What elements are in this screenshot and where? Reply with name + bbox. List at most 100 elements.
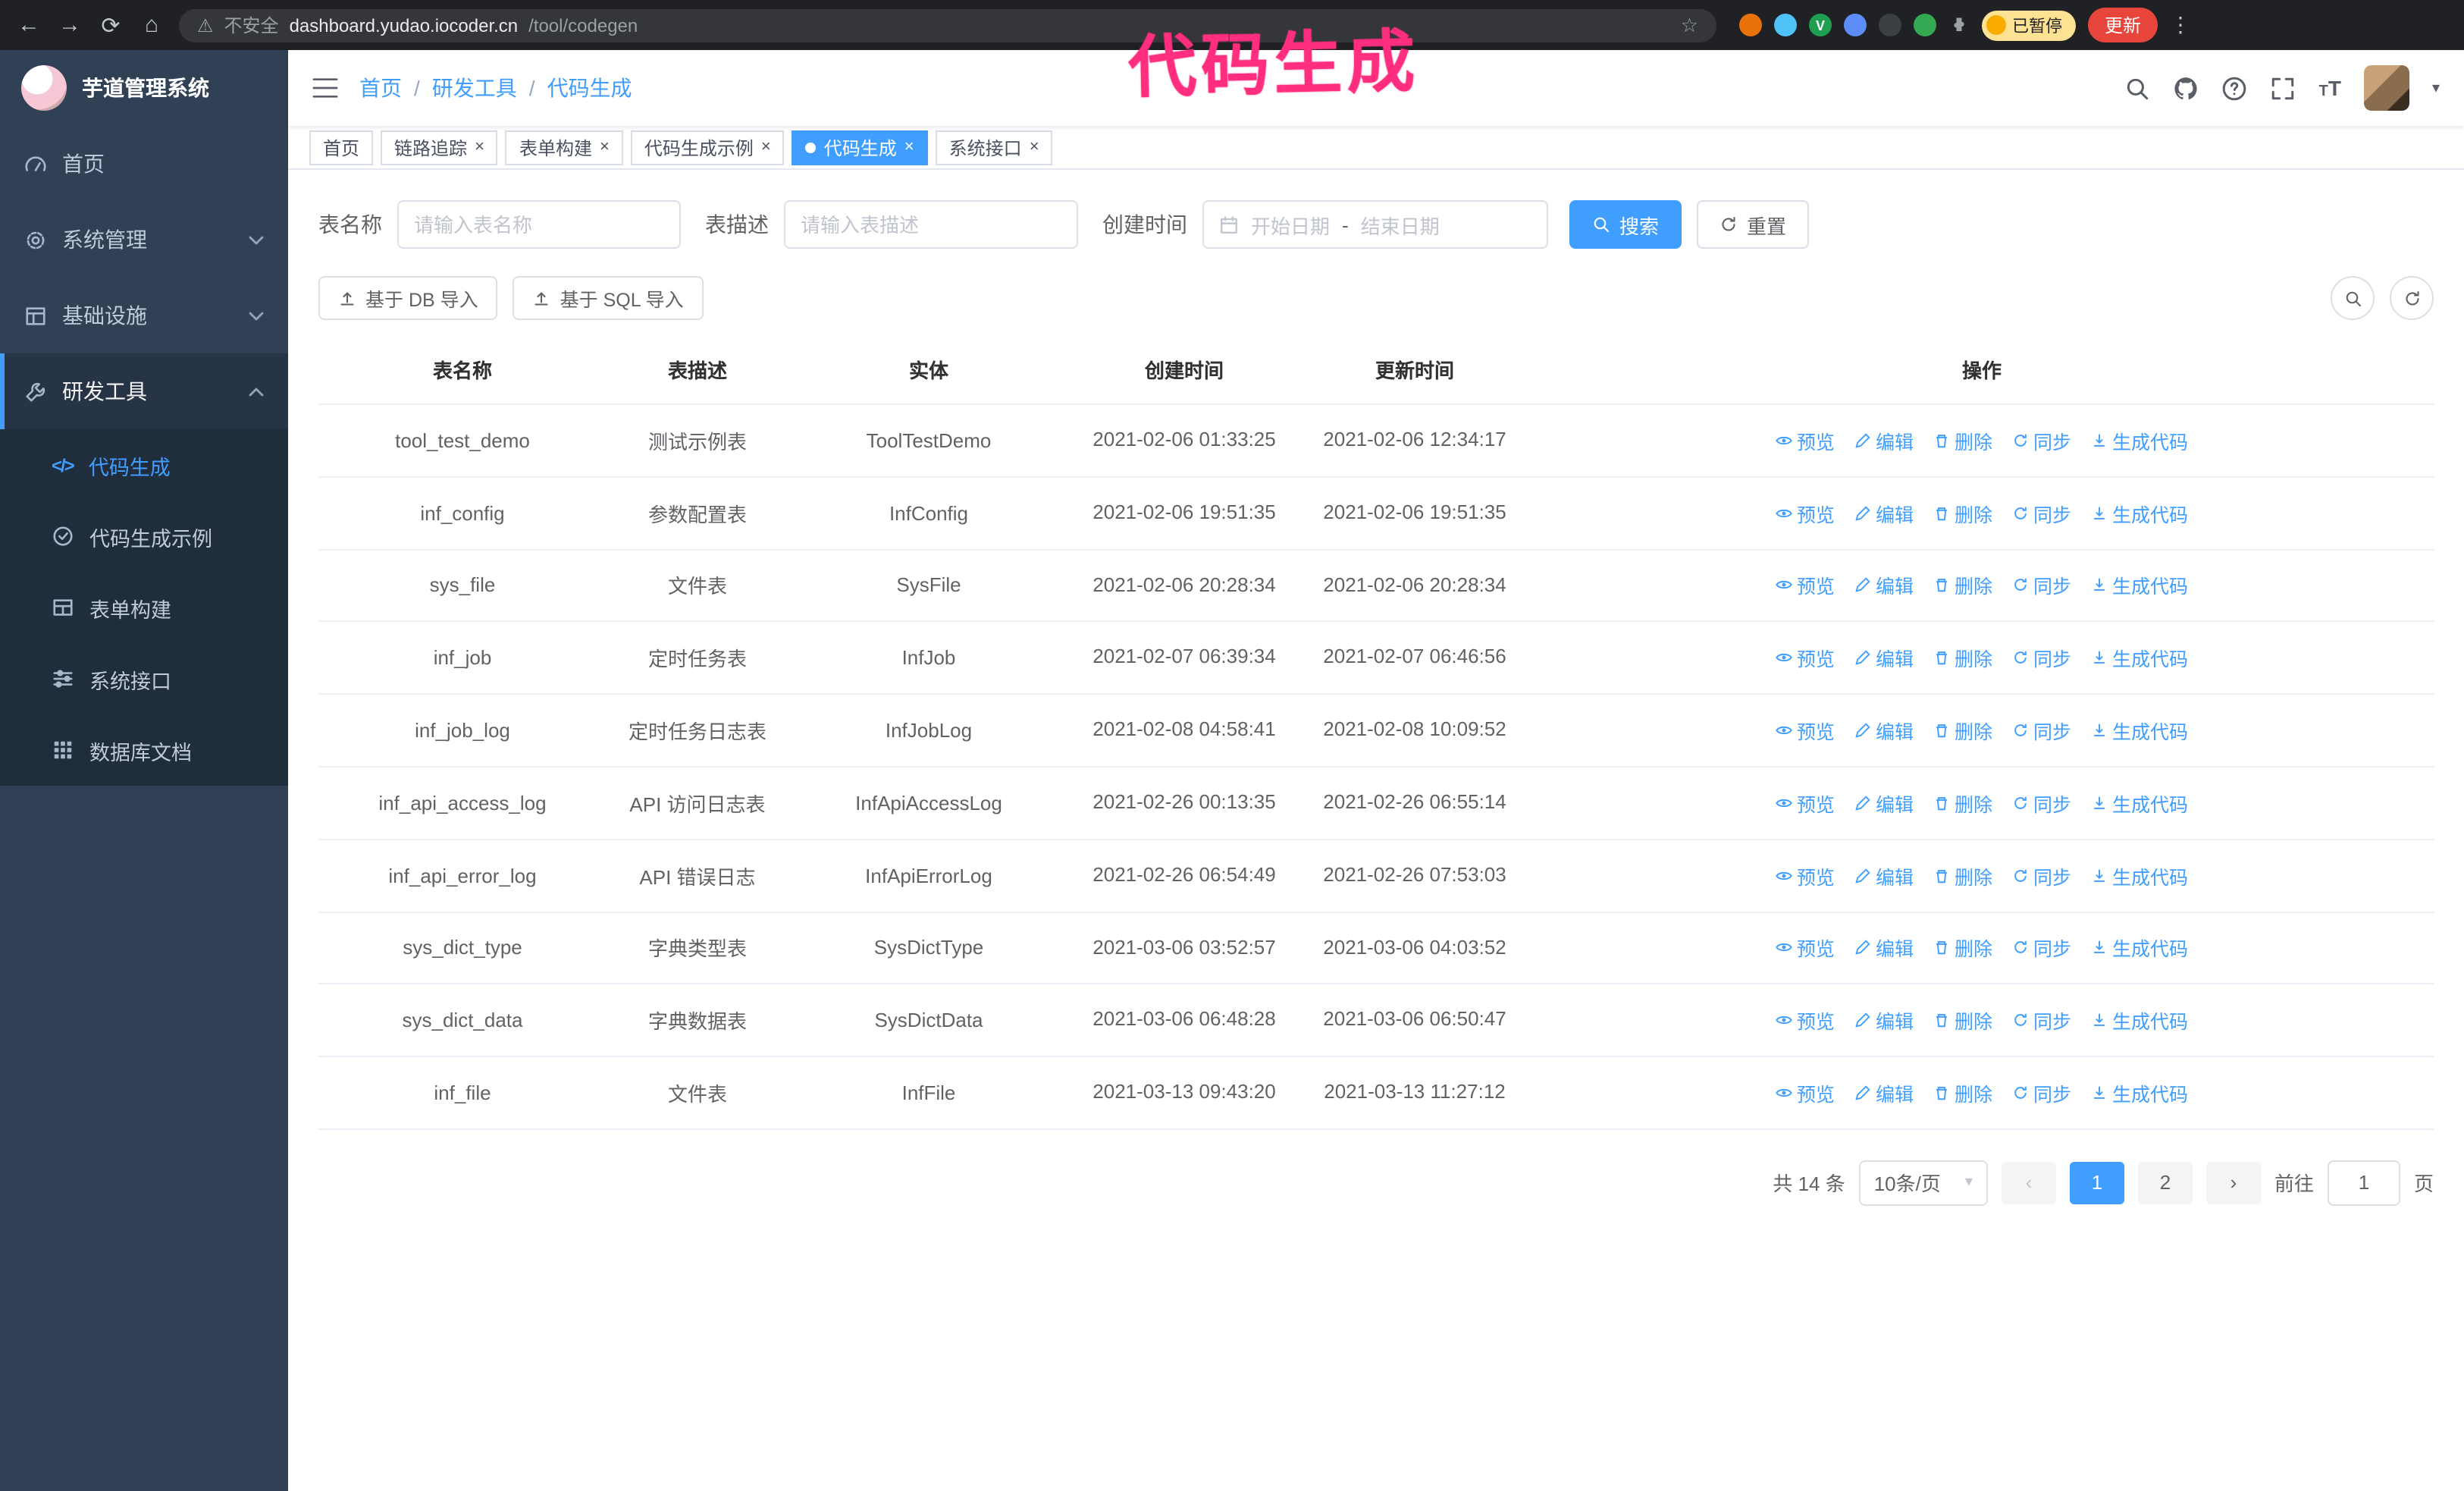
refresh-table-button[interactable] — [2390, 276, 2434, 320]
sync-link[interactable]: 同步 — [2012, 934, 2071, 962]
sidebar-item-form-builder[interactable]: 表单构建 — [0, 572, 288, 643]
breadcrumb-home[interactable]: 首页 — [359, 73, 402, 103]
bookmark-star-icon[interactable]: ☆ — [1681, 13, 1698, 37]
page-size-select[interactable]: 10条/页 ▾ — [1858, 1160, 1988, 1206]
home-icon[interactable]: ⌂ — [138, 12, 165, 38]
date-range-picker[interactable]: 开始日期 - 结束日期 — [1202, 200, 1548, 249]
generate-code-link[interactable]: 生成代码 — [2091, 861, 2188, 890]
extensions-puzzle-icon[interactable] — [1948, 14, 1970, 36]
generate-code-link[interactable]: 生成代码 — [2091, 571, 2188, 600]
app-logo[interactable]: 芋道管理系统 — [0, 50, 288, 126]
generate-code-link[interactable]: 生成代码 — [2091, 1006, 2188, 1035]
sidebar-item-codegen[interactable]: </> 代码生成 — [0, 429, 288, 501]
sidebar-item-infra[interactable]: 基础设施 — [0, 278, 288, 353]
edit-link[interactable]: 编辑 — [1854, 716, 1914, 745]
sync-link[interactable]: 同步 — [2012, 426, 2071, 455]
import-db-button[interactable]: 基于 DB 导入 — [318, 276, 498, 320]
sync-link[interactable]: 同步 — [2012, 571, 2071, 600]
preview-link[interactable]: 预览 — [1776, 498, 1835, 527]
search-button[interactable]: 搜索 — [1569, 200, 1682, 249]
hamburger-icon[interactable] — [312, 77, 338, 99]
breadcrumb-devtools[interactable]: 研发工具 — [432, 73, 517, 103]
help-icon[interactable] — [2222, 75, 2248, 101]
edit-link[interactable]: 编辑 — [1854, 1006, 1914, 1035]
search-icon[interactable] — [2125, 75, 2151, 101]
generate-code-link[interactable]: 生成代码 — [2091, 426, 2188, 455]
sidebar-item-home[interactable]: 首页 — [0, 126, 288, 202]
sync-link[interactable]: 同步 — [2012, 644, 2071, 673]
table-name-input[interactable] — [397, 200, 681, 249]
sync-link[interactable]: 同步 — [2012, 789, 2071, 818]
table-desc-input[interactable] — [784, 200, 1078, 249]
tab-close-icon[interactable]: × — [600, 138, 610, 155]
github-icon[interactable] — [2174, 75, 2199, 101]
user-caret-icon[interactable]: ▾ — [2432, 80, 2440, 96]
extension-icon[interactable]: V — [1809, 14, 1832, 36]
browser-menu-icon[interactable]: ⋮ — [2170, 12, 2191, 38]
delete-link[interactable]: 删除 — [1933, 716, 1992, 745]
preview-link[interactable]: 预览 — [1776, 571, 1835, 600]
font-size-icon[interactable]: TT — [2319, 76, 2341, 100]
page-button-1[interactable]: 1 — [2069, 1161, 2124, 1204]
sidebar-item-system-api[interactable]: 系统接口 — [0, 643, 288, 714]
toggle-search-button[interactable] — [2331, 276, 2375, 320]
sync-link[interactable]: 同步 — [2012, 1078, 2071, 1107]
security-warning-label[interactable]: 不安全 — [224, 12, 279, 38]
delete-link[interactable]: 删除 — [1933, 934, 1992, 962]
sync-link[interactable]: 同步 — [2012, 498, 2071, 527]
forward-icon[interactable]: → — [56, 12, 83, 38]
edit-link[interactable]: 编辑 — [1854, 571, 1914, 600]
extension-icon[interactable] — [1774, 14, 1797, 36]
preview-link[interactable]: 预览 — [1776, 426, 1835, 455]
edit-link[interactable]: 编辑 — [1854, 498, 1914, 527]
generate-code-link[interactable]: 生成代码 — [2091, 498, 2188, 527]
paused-badge[interactable]: 已暂停 — [1982, 10, 2076, 40]
preview-link[interactable]: 预览 — [1776, 934, 1835, 962]
tab-system-api[interactable]: 系统接口 × — [935, 130, 1053, 165]
generate-code-link[interactable]: 生成代码 — [2091, 644, 2188, 673]
fullscreen-icon[interactable] — [2271, 75, 2296, 101]
sidebar-item-codegen-example[interactable]: 代码生成示例 — [0, 501, 288, 572]
extension-icon[interactable] — [1914, 14, 1936, 36]
sync-link[interactable]: 同步 — [2012, 1006, 2071, 1035]
page-button-2[interactable]: 2 — [2137, 1161, 2193, 1204]
tab-close-icon[interactable]: × — [1030, 138, 1039, 155]
preview-link[interactable]: 预览 — [1776, 1006, 1835, 1035]
date-end-placeholder[interactable]: 结束日期 — [1361, 210, 1440, 239]
reload-icon[interactable]: ⟳ — [97, 11, 124, 39]
delete-link[interactable]: 删除 — [1933, 1078, 1992, 1107]
generate-code-link[interactable]: 生成代码 — [2091, 716, 2188, 745]
browser-update-button[interactable]: 更新 — [2088, 8, 2158, 42]
back-icon[interactable]: ← — [15, 12, 42, 38]
tab-close-icon[interactable]: × — [904, 138, 914, 155]
next-page-button[interactable]: › — [2205, 1161, 2261, 1204]
sidebar-item-db-doc[interactable]: 数据库文档 — [0, 714, 288, 786]
tab-close-icon[interactable]: × — [761, 138, 771, 155]
tab-form-builder[interactable]: 表单构建 × — [505, 130, 623, 165]
edit-link[interactable]: 编辑 — [1854, 789, 1914, 818]
sidebar-item-devtools[interactable]: 研发工具 — [0, 353, 288, 429]
sidebar-item-system[interactable]: 系统管理 — [0, 202, 288, 278]
edit-link[interactable]: 编辑 — [1854, 1078, 1914, 1107]
edit-link[interactable]: 编辑 — [1854, 644, 1914, 673]
delete-link[interactable]: 删除 — [1933, 498, 1992, 527]
generate-code-link[interactable]: 生成代码 — [2091, 934, 2188, 962]
delete-link[interactable]: 删除 — [1933, 861, 1992, 890]
import-sql-button[interactable]: 基于 SQL 导入 — [513, 276, 704, 320]
tab-close-icon[interactable]: × — [475, 138, 484, 155]
tab-codegen-example[interactable]: 代码生成示例 × — [630, 130, 785, 165]
goto-page-input[interactable] — [2327, 1160, 2400, 1206]
delete-link[interactable]: 删除 — [1933, 426, 1992, 455]
preview-link[interactable]: 预览 — [1776, 644, 1835, 673]
date-start-placeholder[interactable]: 开始日期 — [1251, 210, 1330, 239]
sync-link[interactable]: 同步 — [2012, 861, 2071, 890]
user-avatar[interactable] — [2363, 65, 2409, 111]
edit-link[interactable]: 编辑 — [1854, 861, 1914, 890]
extension-icon[interactable] — [1844, 14, 1867, 36]
extension-icon[interactable] — [1879, 14, 1901, 36]
preview-link[interactable]: 预览 — [1776, 716, 1835, 745]
generate-code-link[interactable]: 生成代码 — [2091, 789, 2188, 818]
delete-link[interactable]: 删除 — [1933, 1006, 1992, 1035]
delete-link[interactable]: 删除 — [1933, 644, 1992, 673]
edit-link[interactable]: 编辑 — [1854, 426, 1914, 455]
